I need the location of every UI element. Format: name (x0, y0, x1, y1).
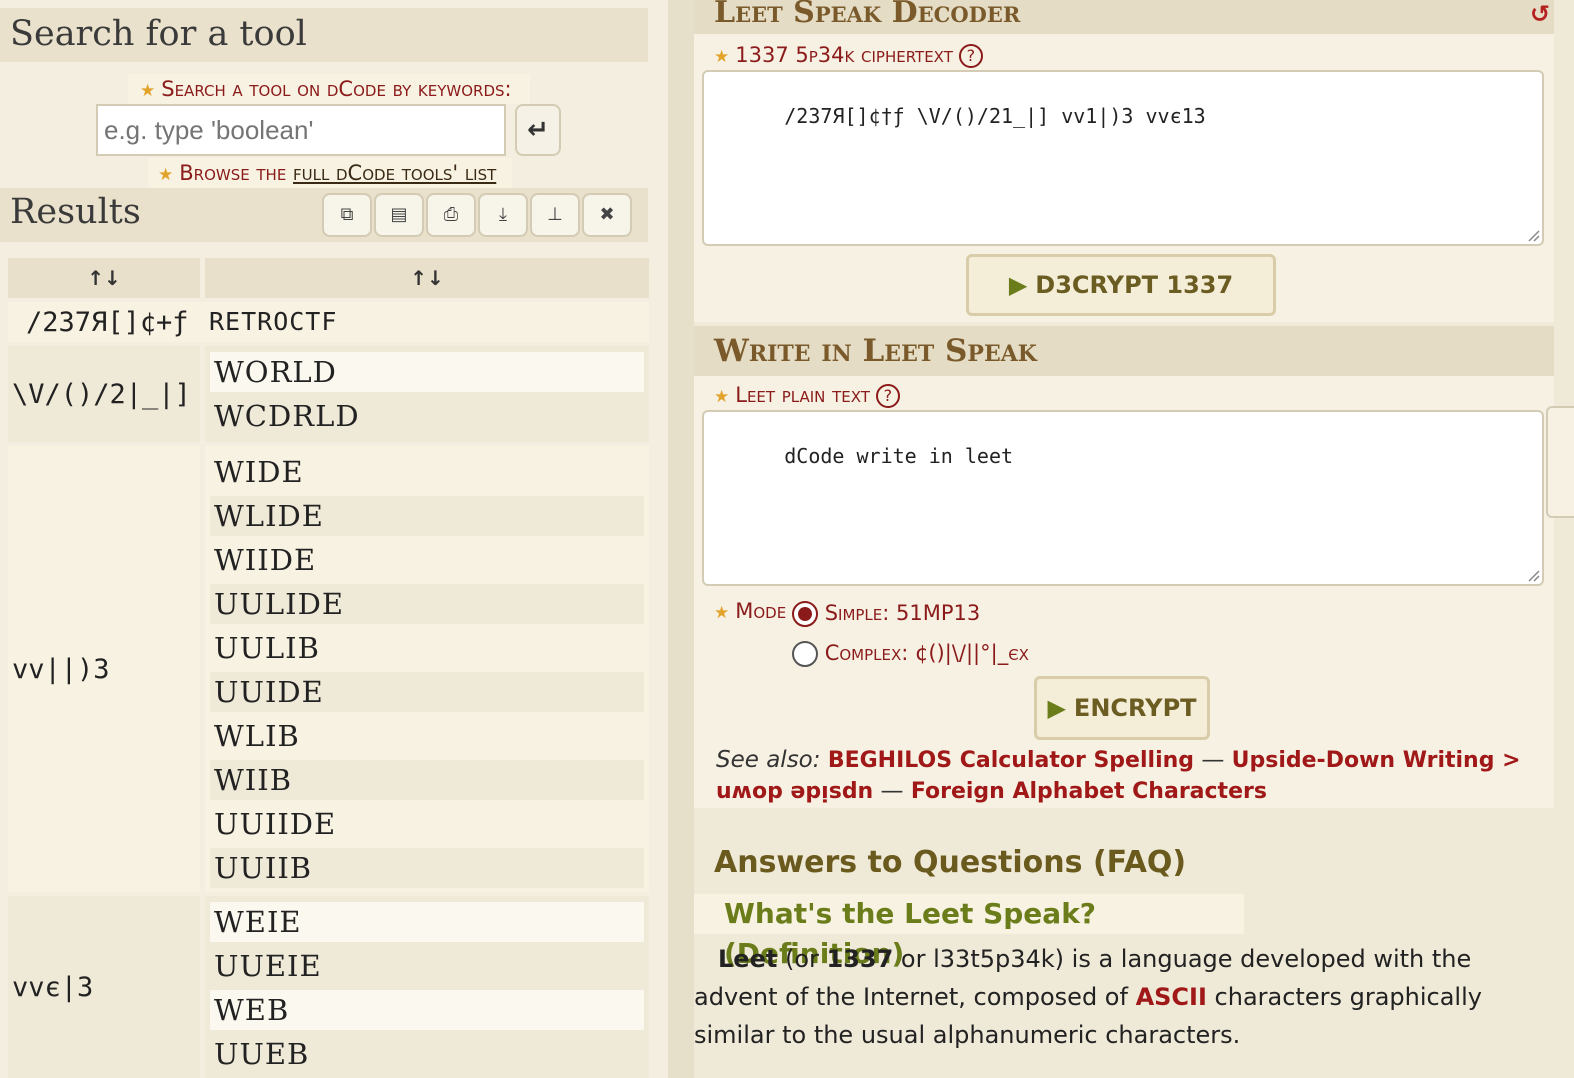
faq-title: Answers to Questions (FAQ) (714, 845, 1187, 880)
mode-complex-option[interactable]: Complex: ¢()|\/||°|_єx (792, 638, 1029, 668)
result-word[interactable]: UULIDE (210, 584, 644, 624)
refresh-icon[interactable]: ↺ (1530, 0, 1550, 28)
resize-grip-icon[interactable] (1526, 568, 1540, 582)
result-word[interactable]: UUIIB (210, 848, 644, 888)
result-word[interactable]: WIIB (210, 760, 644, 800)
result-word[interactable]: WIIDE (210, 540, 644, 580)
mode-label: ★ Mode (714, 599, 787, 623)
ciphertext-textarea[interactable]: /237Я[]¢†ƒ \V/()/21_|] vv1|)3 vvє13 (702, 70, 1544, 246)
ascii-link[interactable]: ASCII (1136, 983, 1207, 1011)
close-icon: ✖ (599, 204, 615, 225)
copy-icon: ⧉ (340, 204, 354, 225)
copy-results-button[interactable]: ⧉ (322, 193, 372, 237)
main-content: Leet Speak Decoder ↺ ★ 1337 5p34k ciphert… (694, 0, 1574, 1078)
star-icon: ★ (714, 603, 730, 623)
result-word[interactable]: UUIDE (210, 672, 644, 712)
writer-title: Write in Leet Speak (694, 326, 1554, 376)
print-icon: ⎙ (443, 204, 459, 225)
writer-panel: Write in Leet Speak ★ Leet plain text? dC… (694, 326, 1554, 808)
result-word[interactable]: WEIE (210, 902, 644, 942)
result-word[interactable]: RETROCTF (205, 302, 639, 342)
sort-column-word[interactable]: ↑↓ (205, 258, 649, 298)
plaintext-textarea[interactable]: dCode write in leet (702, 410, 1544, 586)
mode-simple-option[interactable]: Simple: 51MP13 (792, 598, 980, 628)
pin-icon: ⊥ (547, 204, 563, 225)
leet-cell: \V/()/2|_|] (8, 346, 200, 442)
sort-column-leet[interactable]: ↑↓ (8, 258, 200, 298)
decoder-title: Leet Speak Decoder (694, 0, 1554, 34)
encrypt-button[interactable]: ▶ ENCRYPT (1034, 676, 1210, 740)
print-button[interactable]: ⎙ (426, 193, 476, 237)
decrypt-button[interactable]: ▶D3CRYPT 1337 CODE (966, 254, 1276, 355)
keyword-search-label: ★ Search a tool on dCode by keywords: (128, 74, 530, 104)
play-icon: ▶ (1047, 694, 1066, 722)
result-word[interactable]: UUEIE (210, 946, 644, 986)
faq-question: What's the Leet Speak? (Definition) (694, 894, 1244, 970)
pin-button[interactable]: ⊥ (530, 193, 580, 237)
close-results-button[interactable]: ✖ (582, 193, 632, 237)
decoder-panel: Leet Speak Decoder ↺ ★ 1337 5p34k ciphert… (694, 0, 1554, 355)
see-also-link[interactable]: Foreign Alphabet Characters (911, 779, 1267, 804)
tool-search-sidebar: Search for a tool ★ Search a tool on dCod… (0, 0, 668, 1078)
result-word[interactable]: WIDE (210, 452, 644, 492)
download-icon: ⤓ (499, 204, 507, 225)
results-title: Results (10, 192, 141, 232)
ciphertext-label: ★ 1337 5p34k ciphertext? (714, 40, 983, 72)
full-tools-list-link[interactable]: full dCode tools' list (293, 161, 496, 185)
star-icon: ★ (158, 165, 174, 185)
plaintext-label: ★ Leet plain text? (714, 380, 900, 412)
radio-complex[interactable] (792, 641, 818, 667)
result-word[interactable]: WCDRLD (210, 396, 644, 436)
tool-search-input[interactable] (96, 104, 506, 156)
result-word[interactable]: UUIIDE (210, 804, 644, 844)
play-icon: ▶ (1008, 271, 1028, 299)
browse-tools-line: ★ Browse the full dCode tools' list (148, 158, 512, 188)
search-title: Search for a tool (10, 14, 307, 54)
result-word[interactable]: WEB (210, 990, 644, 1030)
search-submit-button[interactable]: ↵ (515, 104, 561, 156)
clipboard-button[interactable]: ▤ (374, 193, 424, 237)
clipboard-icon: ▤ (390, 204, 408, 225)
leet-cell: vv||)3 (8, 446, 200, 892)
star-icon: ★ (714, 47, 730, 67)
see-also-links: See also: BEGHILOS Calculator Spelling —… (716, 747, 1521, 804)
star-icon: ★ (714, 387, 730, 407)
result-word[interactable]: WLIDE (210, 496, 644, 536)
resize-grip-icon[interactable] (1526, 228, 1540, 242)
star-icon: ★ (140, 81, 156, 101)
result-word[interactable]: UUEB (210, 1034, 644, 1074)
help-icon[interactable]: ? (875, 384, 900, 408)
faq-answer: Leet (or 1337 or l33t5p34k) is a languag… (694, 945, 1482, 1049)
enter-icon: ↵ (527, 115, 549, 145)
leet-cell: vvє|3 (8, 896, 200, 1078)
column-divider (668, 0, 694, 1078)
help-icon[interactable]: ? (958, 44, 983, 68)
download-button[interactable]: ⤓ (478, 193, 528, 237)
radio-simple[interactable] (792, 601, 818, 627)
side-panel-tab[interactable] (1546, 406, 1574, 518)
result-word[interactable]: UULIB (210, 628, 644, 668)
see-also-link[interactable]: BEGHILOS Calculator Spelling (828, 748, 1194, 773)
result-word[interactable]: WLIB (210, 716, 644, 756)
search-section-header: Search for a tool (0, 8, 648, 62)
leet-cell: /237Я[]¢+ƒ (8, 302, 208, 342)
result-word[interactable]: WORLD (210, 352, 644, 392)
